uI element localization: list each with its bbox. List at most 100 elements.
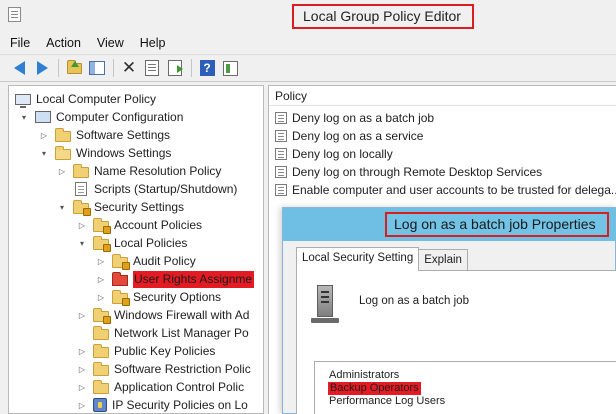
- show-action-pane-button[interactable]: [221, 59, 239, 77]
- tree-item-label: User Rights Assignme: [133, 270, 255, 288]
- collapse-arrow-icon[interactable]: ▾: [77, 238, 87, 248]
- locked-folder-icon: [112, 253, 130, 270]
- tree-item-computer-configuration[interactable]: ▾ Computer Configuration: [19, 108, 183, 126]
- menubar: File Action View Help: [0, 33, 616, 53]
- expand-arrow-icon[interactable]: ▷: [57, 166, 67, 176]
- collapse-arrow-icon[interactable]: ▾: [39, 148, 49, 158]
- policy-row[interactable]: Deny log on through Remote Desktop Servi…: [275, 163, 542, 181]
- tree-item-label: Security Settings: [94, 200, 185, 214]
- folder-icon: [93, 343, 109, 358]
- expand-placeholder: [57, 184, 67, 194]
- tree-item-security-settings[interactable]: ▾ Security Settings: [57, 198, 184, 216]
- console-tree[interactable]: Local Computer Policy ▾ Computer Configu…: [8, 85, 264, 414]
- policy-icon: [275, 112, 287, 124]
- expand-arrow-icon[interactable]: ▷: [96, 256, 106, 266]
- tree-item-network-list-manager[interactable]: Network List Manager Po: [77, 324, 249, 342]
- toolbar-separator: [113, 59, 114, 77]
- expand-arrow-icon[interactable]: ▷: [96, 274, 106, 284]
- policy-icon: [275, 184, 287, 196]
- expand-arrow-icon[interactable]: ▷: [77, 310, 87, 320]
- tree-item-label: Scripts (Startup/Shutdown): [94, 182, 238, 196]
- tree-item-label: Local Computer Policy: [36, 92, 157, 106]
- app-icon: [8, 7, 21, 22]
- tree-item-ip-security-policies[interactable]: ▷ IP Security Policies on Lo: [77, 396, 248, 413]
- tree-item-account-policies[interactable]: ▷ Account Policies: [77, 216, 202, 234]
- tree-item-label: Security Options: [133, 290, 222, 304]
- dialog-tabs: Local Security Setting Explain: [296, 247, 468, 271]
- tree-item-software-settings[interactable]: ▷ Software Settings: [39, 126, 170, 144]
- forward-button[interactable]: [33, 59, 51, 77]
- tab-content: Log on as a batch job Administrators Bac…: [296, 270, 616, 414]
- forward-arrow-icon: [36, 61, 48, 75]
- help-icon: ?: [199, 60, 215, 76]
- back-button[interactable]: [10, 59, 28, 77]
- delete-button[interactable]: ✕: [120, 59, 138, 77]
- tree-item-security-options[interactable]: ▷ Security Options: [96, 288, 221, 306]
- tree-item-windows-firewall[interactable]: ▷ Windows Firewall with Ad: [77, 306, 249, 324]
- policy-row[interactable]: Enable computer and user accounts to be …: [275, 181, 616, 199]
- tree-item-application-control[interactable]: ▷ Application Control Polic: [77, 378, 244, 396]
- account-item-administrators[interactable]: Administrators: [329, 369, 399, 382]
- delete-x-icon: ✕: [121, 58, 137, 78]
- tree-item-name-resolution-policy[interactable]: ▷ Name Resolution Policy: [57, 162, 221, 180]
- help-button[interactable]: ?: [198, 59, 216, 77]
- tree-item-label: Software Restriction Polic: [114, 362, 251, 376]
- expand-arrow-icon[interactable]: ▷: [77, 364, 87, 374]
- expand-arrow-icon[interactable]: ▷: [39, 130, 49, 140]
- tree-item-label: Account Policies: [114, 218, 203, 232]
- policy-name: Deny log on locally: [292, 147, 393, 161]
- menu-view[interactable]: View: [97, 36, 124, 50]
- tree-item-user-rights-assignment[interactable]: ▷ User Rights Assignme: [96, 270, 255, 288]
- tree-item-scripts[interactable]: Scripts (Startup/Shutdown): [57, 180, 237, 198]
- red-folder-icon: [112, 271, 128, 286]
- console-tree-icon: [89, 61, 105, 75]
- tree-item-label: Audit Policy: [133, 254, 196, 268]
- locked-folder-icon: [112, 289, 130, 306]
- ipsec-icon: [93, 398, 107, 412]
- tree-item-software-restriction[interactable]: ▷ Software Restriction Polic: [77, 360, 251, 378]
- tree-item-label: Windows Firewall with Ad: [114, 308, 250, 322]
- tree-item-public-key-policies[interactable]: ▷ Public Key Policies: [77, 342, 215, 360]
- account-item-backup-operators[interactable]: Backup Operators: [328, 382, 421, 395]
- expand-arrow-icon[interactable]: ▷: [77, 400, 87, 410]
- policy-column-header[interactable]: Policy: [269, 86, 616, 106]
- properties-button[interactable]: [143, 59, 161, 77]
- back-arrow-icon: [13, 61, 25, 75]
- tree-item-local-computer-policy[interactable]: Local Computer Policy: [15, 90, 156, 108]
- setting-title: Log on as a batch job: [359, 295, 469, 307]
- expand-arrow-icon[interactable]: ▷: [77, 220, 87, 230]
- dialog-title: Log on as a batch job Properties: [385, 212, 609, 237]
- menu-action[interactable]: Action: [46, 36, 81, 50]
- dialog-titlebar[interactable]: Log on as a batch job Properties: [283, 208, 616, 241]
- tree-item-windows-settings[interactable]: ▾ Windows Settings: [39, 144, 171, 162]
- properties-icon: [145, 60, 159, 76]
- up-one-level-button[interactable]: [65, 59, 83, 77]
- menu-file[interactable]: File: [10, 36, 30, 50]
- tab-explain[interactable]: Explain: [418, 249, 468, 271]
- policy-name: Deny log on through Remote Desktop Servi…: [292, 165, 543, 179]
- server-base: [311, 318, 339, 323]
- export-list-button[interactable]: [166, 59, 184, 77]
- collapse-arrow-icon[interactable]: ▾: [57, 202, 67, 212]
- account-item-performance-log-users[interactable]: Performance Log Users: [329, 395, 445, 408]
- policy-row[interactable]: Deny log on locally: [275, 145, 393, 163]
- expand-arrow-icon[interactable]: ▷: [77, 346, 87, 356]
- expand-arrow-icon[interactable]: ▷: [96, 292, 106, 302]
- menu-help[interactable]: Help: [140, 36, 166, 50]
- tree-item-audit-policy[interactable]: ▷ Audit Policy: [96, 252, 196, 270]
- policy-icon: [275, 130, 287, 142]
- expand-arrow-icon[interactable]: ▷: [77, 382, 87, 392]
- accounts-listbox[interactable]: Administrators Backup Operators Performa…: [314, 361, 616, 414]
- collapse-arrow-icon[interactable]: ▾: [19, 112, 29, 122]
- policy-row[interactable]: Deny log on as a service: [275, 127, 423, 145]
- show-hide-console-tree-button[interactable]: [88, 59, 106, 77]
- policy-row[interactable]: Deny log on as a batch job: [275, 109, 434, 127]
- tree-item-label: Computer Configuration: [56, 110, 184, 124]
- toolbar-separator: [58, 59, 59, 77]
- tab-local-security-setting[interactable]: Local Security Setting: [296, 247, 420, 271]
- tree-item-label: Name Resolution Policy: [94, 164, 222, 178]
- tree-item-local-policies[interactable]: ▾ Local Policies: [77, 234, 187, 252]
- tree-item-label: Public Key Policies: [114, 344, 216, 358]
- window-titlebar: Local Group Policy Editor: [0, 0, 616, 33]
- locked-folder-icon: [93, 217, 111, 234]
